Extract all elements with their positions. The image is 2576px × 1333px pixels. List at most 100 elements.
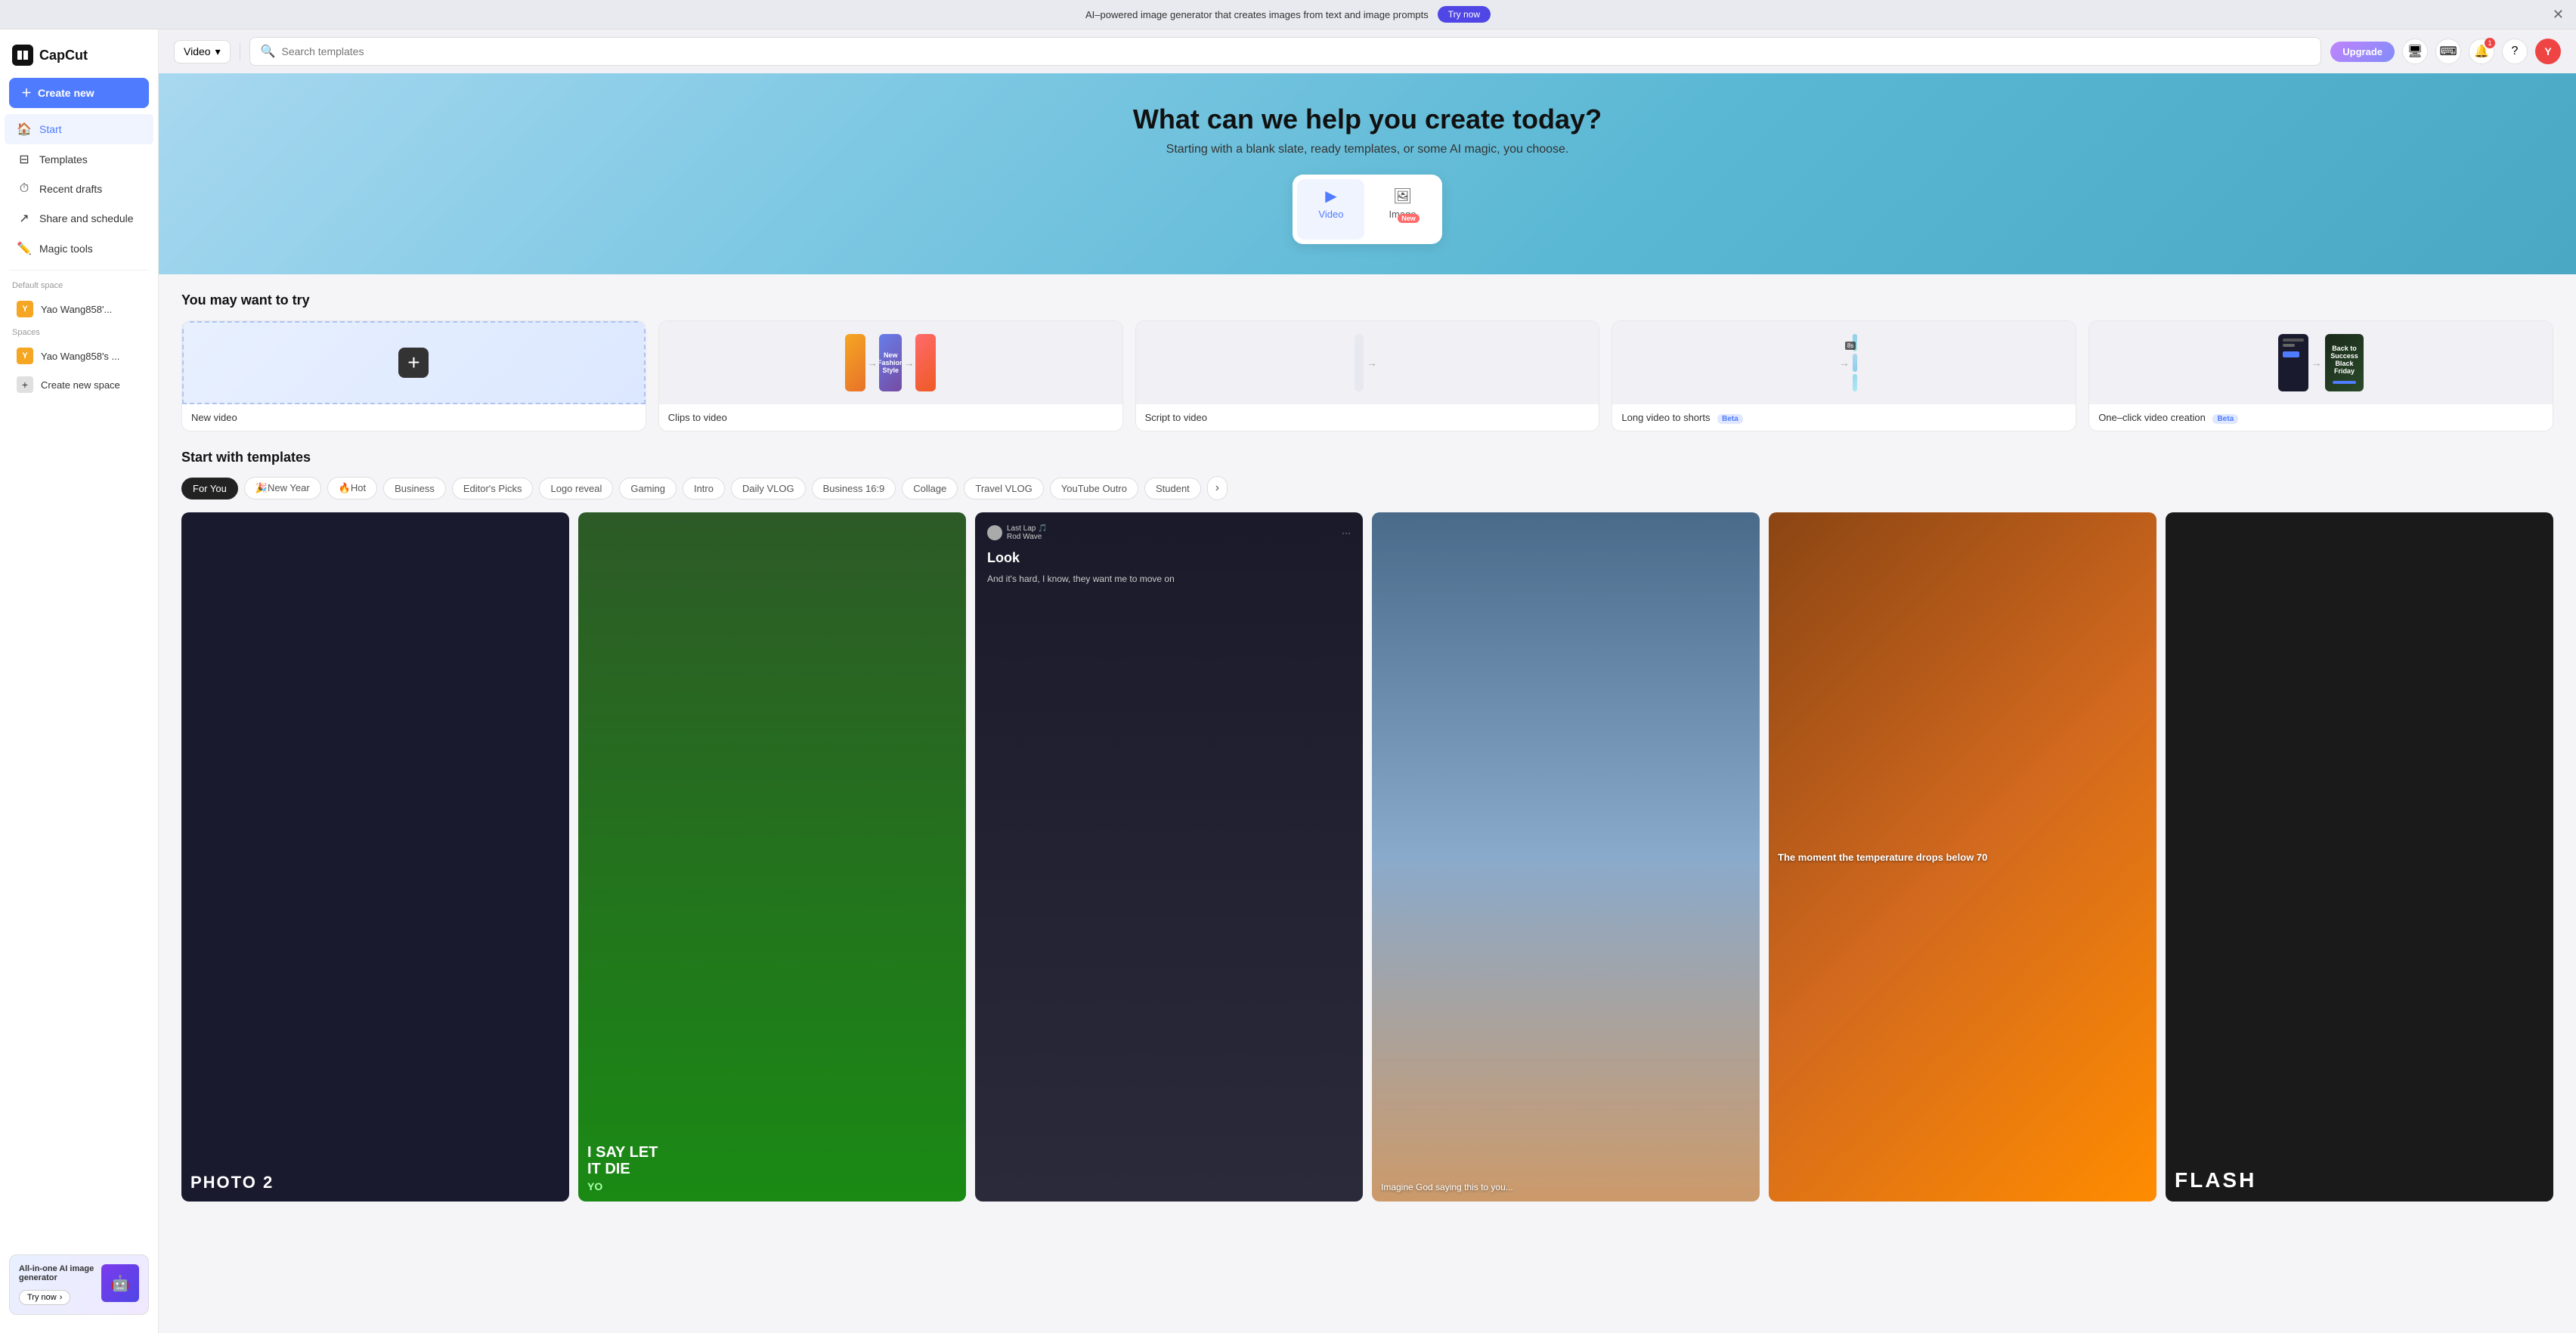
script-label: Script to video bbox=[1136, 404, 1599, 431]
ai-promo-card: All-in-one AI image generator Try now › … bbox=[9, 1254, 149, 1315]
default-space-label: Default space bbox=[0, 277, 158, 295]
template-card-4[interactable]: Imagine God saying this to you... bbox=[1372, 512, 1760, 1202]
new-badge: New bbox=[1398, 214, 1420, 223]
filter-tab-logo-reveal[interactable]: Logo reveal bbox=[539, 478, 613, 499]
filter-tab-business[interactable]: Business bbox=[383, 478, 446, 499]
clips-arrow-icon: → bbox=[867, 357, 878, 369]
sidebar-divider-1 bbox=[9, 270, 149, 271]
filter-tab-hot[interactable]: 🔥Hot bbox=[327, 477, 377, 499]
script-arrow-icon: → bbox=[1367, 357, 1377, 369]
template-grid: PHOTO 2 I SAY LETIT DIE YO bbox=[181, 512, 2553, 1202]
hero-tab-image[interactable]: 🖼 Image New bbox=[1367, 179, 1437, 240]
sidebar-item-start[interactable]: 🏠 Start bbox=[5, 114, 153, 144]
filter-tab-business-16-9[interactable]: Business 16:9 bbox=[812, 478, 896, 499]
template-2-text: I SAY LETIT DIE bbox=[587, 1144, 658, 1177]
logo: CapCut bbox=[0, 39, 158, 78]
notification-button[interactable]: 🔔 1 bbox=[2469, 39, 2494, 64]
sidebar-item-share-schedule[interactable]: ↗ Share and schedule bbox=[5, 203, 153, 234]
clips-to-video-card[interactable]: → New Fashion Style → Clips to video bbox=[658, 320, 1123, 431]
hero-subtitle: Starting with a blank slate, ready templ… bbox=[174, 143, 2561, 156]
clock-icon: ⏱ bbox=[17, 182, 32, 196]
space-item[interactable]: Y Yao Wang858's ... bbox=[5, 342, 153, 370]
templates-icon: ⊟ bbox=[17, 152, 32, 167]
oneclick-thumb: → Back to SuccessBlack Friday bbox=[2089, 321, 2553, 404]
template-6-text: FLASH bbox=[2175, 1168, 2544, 1192]
filter-tab-student[interactable]: Student bbox=[1144, 478, 1201, 499]
share-icon: ↗ bbox=[17, 211, 32, 226]
clips-thumb: → New Fashion Style → bbox=[659, 321, 1122, 404]
upgrade-button[interactable]: Upgrade bbox=[2330, 42, 2395, 62]
oneclick-arrow-icon: → bbox=[2311, 357, 2322, 369]
sidebar: CapCut ＋ Create new 🏠 Start ⊟ Templates … bbox=[0, 29, 159, 1333]
template-3-dots: ··· bbox=[1342, 527, 1351, 538]
banner-close-button[interactable]: ✕ bbox=[2553, 7, 2564, 23]
create-new-label: Create new bbox=[38, 87, 94, 99]
hero-tab-video[interactable]: ▶ Video bbox=[1297, 179, 1364, 240]
image-tab-icon: 🖼 bbox=[1393, 187, 1412, 206]
filter-more-button[interactable]: › bbox=[1207, 476, 1228, 500]
filter-tab-new-year[interactable]: 🎉New Year bbox=[244, 477, 321, 499]
try-section: You may want to try + New video bbox=[159, 274, 2576, 431]
nav-share-label: Share and schedule bbox=[39, 212, 134, 224]
user-avatar[interactable]: Y bbox=[2535, 39, 2561, 64]
sidebar-item-templates[interactable]: ⊟ Templates bbox=[5, 144, 153, 175]
template-4-text: Imagine God saying this to you... bbox=[1381, 1182, 1751, 1192]
template-card-6[interactable]: FLASH bbox=[2166, 512, 2553, 1202]
ai-promo-try-button[interactable]: Try now › bbox=[19, 1290, 70, 1305]
template-card-1[interactable]: PHOTO 2 bbox=[181, 512, 569, 1202]
template-5-text: The moment the temperature drops below 7… bbox=[1778, 852, 2147, 863]
create-new-button[interactable]: ＋ Create new bbox=[9, 78, 149, 108]
media-type-select[interactable]: Video ▾ bbox=[174, 40, 231, 63]
video-tab-label: Video bbox=[1318, 209, 1343, 220]
monitor-icon-button[interactable]: 🖥 bbox=[2402, 39, 2428, 64]
filter-tab-intro[interactable]: Intro bbox=[683, 478, 725, 499]
long-thumb: 92s ▶ → 8s bbox=[1612, 321, 2076, 404]
filter-tab-for-you[interactable]: For You bbox=[181, 478, 238, 499]
search-input[interactable] bbox=[282, 45, 2311, 57]
capcut-logo-icon bbox=[12, 45, 33, 66]
ai-promo-title: All-in-one AI image generator bbox=[19, 1264, 95, 1282]
new-video-thumb: + bbox=[182, 321, 646, 404]
home-icon: 🏠 bbox=[17, 122, 32, 137]
filter-tab-editors-picks[interactable]: Editor's Picks bbox=[452, 478, 534, 499]
nav-start-label: Start bbox=[39, 123, 62, 135]
template-3-subtitle: And it's hard, I know, they want me to m… bbox=[987, 572, 1351, 586]
one-click-card[interactable]: → Back to SuccessBlack Friday One–click … bbox=[2088, 320, 2553, 431]
long-video-card[interactable]: 92s ▶ → 8s bbox=[1612, 320, 2076, 431]
template-card-2[interactable]: I SAY LETIT DIE YO bbox=[578, 512, 966, 1202]
keyboard-icon-button[interactable]: ⌨ bbox=[2435, 39, 2461, 64]
default-space-avatar: Y bbox=[17, 301, 33, 317]
hero-tabs: ▶ Video 🖼 Image New bbox=[1293, 175, 1441, 244]
filter-tab-daily-vlog[interactable]: Daily VLOG bbox=[731, 478, 806, 499]
nav-recent-label: Recent drafts bbox=[39, 183, 102, 195]
plus-icon: ＋ bbox=[21, 85, 32, 101]
filter-tab-youtube-outro[interactable]: YouTube Outro bbox=[1050, 478, 1138, 499]
clips-label: Clips to video bbox=[659, 404, 1122, 431]
hero-title: What can we help you create today? bbox=[174, 104, 2561, 135]
long-arrow-icon: → bbox=[1839, 357, 1850, 369]
filter-tab-travel-vlog[interactable]: Travel VLOG bbox=[964, 478, 1043, 499]
script-to-video-card[interactable]: → Script to video bbox=[1135, 320, 1600, 431]
magic-icon: ✏️ bbox=[17, 241, 32, 256]
sidebar-item-recent-drafts[interactable]: ⏱ Recent drafts bbox=[5, 175, 153, 203]
video-tab-icon: ▶ bbox=[1325, 187, 1336, 206]
chevron-down-icon: ▾ bbox=[215, 45, 221, 58]
nav-magic-label: Magic tools bbox=[39, 243, 93, 255]
filter-tab-gaming[interactable]: Gaming bbox=[619, 478, 677, 499]
banner-try-button[interactable]: Try now bbox=[1438, 6, 1491, 23]
search-bar[interactable]: 🔍 bbox=[249, 37, 2322, 66]
search-icon: 🔍 bbox=[261, 44, 276, 59]
sidebar-item-magic-tools[interactable]: ✏️ Magic tools bbox=[5, 234, 153, 264]
help-button[interactable]: ? bbox=[2502, 39, 2528, 64]
template-card-5[interactable]: The moment the temperature drops below 7… bbox=[1769, 512, 2156, 1202]
new-video-card[interactable]: + New video bbox=[181, 320, 646, 431]
template-3-title: Look bbox=[987, 550, 1351, 566]
clips-arrow-icon-2: → bbox=[903, 357, 914, 369]
notification-badge: 1 bbox=[2485, 38, 2495, 48]
create-new-space-item[interactable]: + Create new space bbox=[5, 370, 153, 399]
ai-promo-image: 🤖 bbox=[101, 1264, 139, 1302]
default-space-item[interactable]: Y Yao Wang858'... bbox=[5, 295, 153, 323]
template-card-3[interactable]: Last Lap 🎵Rod Wave ··· Look And it's har… bbox=[975, 512, 1363, 1202]
oneclick-label: One–click video creation Beta bbox=[2089, 404, 2553, 431]
filter-tab-collage[interactable]: Collage bbox=[902, 478, 958, 499]
